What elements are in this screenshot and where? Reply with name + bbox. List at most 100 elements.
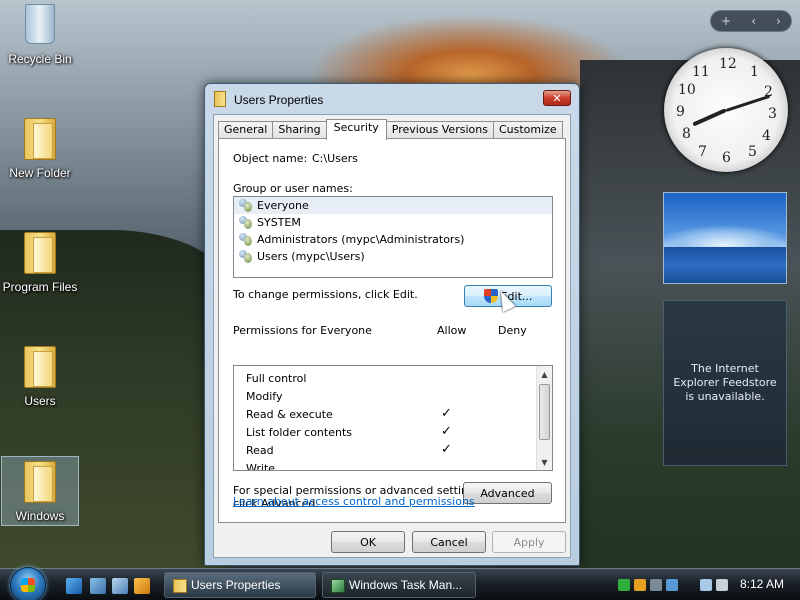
ok-button[interactable]: OK	[331, 531, 405, 553]
sidebar-gadget-controls: + ‹ ›	[710, 10, 792, 32]
folder-icon	[24, 232, 56, 274]
tab-previous-versions[interactable]: Previous Versions	[385, 121, 494, 139]
allow-check: ✓	[441, 442, 452, 457]
list-item-label: Everyone	[257, 199, 309, 212]
add-gadget-button[interactable]: +	[721, 14, 731, 28]
permissions-for-label: Permissions for Everyone	[233, 324, 372, 337]
folder-icon	[24, 461, 56, 503]
title-bar[interactable]: Users Properties ✕	[205, 84, 579, 114]
scroll-thumb[interactable]	[539, 384, 550, 440]
advanced-button[interactable]: Advanced	[463, 482, 552, 504]
desktop-icon-users[interactable]: Users	[1, 346, 79, 408]
show-desktop-icon[interactable]	[90, 578, 106, 594]
security-tab-page: Object name: C:\Users Group or user name…	[218, 138, 566, 523]
users-icon	[238, 198, 254, 213]
dialog-client-area: General Sharing Security Previous Versio…	[213, 114, 571, 558]
learn-access-control-link[interactable]: Learn about access control and permissio…	[233, 495, 475, 508]
desktop-icon-label: Program Files	[2, 280, 78, 294]
close-button[interactable]: ✕	[543, 90, 571, 106]
desktop-icon-label: New Folder	[9, 166, 71, 180]
close-icon: ✕	[552, 91, 562, 105]
users-icon	[238, 232, 254, 247]
folder-icon	[214, 91, 226, 107]
volume-muted-icon[interactable]	[716, 579, 728, 591]
network-icon[interactable]	[700, 579, 712, 591]
desktop-icon-label: Users	[24, 394, 56, 408]
tray-icon[interactable]	[650, 579, 662, 591]
start-button[interactable]	[10, 567, 46, 600]
desktop-icon-new-folder[interactable]: New Folder	[1, 118, 79, 180]
scroll-up-icon[interactable]: ▲	[537, 366, 552, 382]
task-manager-icon	[331, 579, 345, 593]
cpu-meter-icon[interactable]	[618, 579, 630, 591]
desktop-icon-program-files[interactable]: Program Files	[1, 232, 79, 294]
table-row: Modify	[234, 387, 552, 405]
allow-check: ✓	[441, 406, 452, 421]
table-row: List folder contents ✓	[234, 423, 552, 441]
folder-icon	[24, 118, 56, 160]
taskbar-button-task-manager[interactable]: Windows Task Man...	[322, 572, 476, 598]
permission-name: Write	[246, 462, 276, 471]
slideshow-gadget[interactable]	[663, 192, 787, 284]
tab-security[interactable]: Security	[325, 119, 387, 140]
object-name-value: C:\Users	[312, 152, 358, 165]
permission-name: List folder contents	[246, 426, 352, 439]
internet-explorer-icon[interactable]	[66, 578, 82, 594]
list-item[interactable]: Everyone	[234, 197, 552, 214]
tray-icon[interactable]	[666, 579, 678, 591]
permissions-scrollbar[interactable]: ▲ ▼	[536, 366, 552, 470]
change-permissions-text: To change permissions, click Edit.	[233, 288, 418, 301]
clock-minute-hand	[725, 94, 771, 112]
next-gadget-button[interactable]: ›	[776, 14, 781, 28]
list-item-label: SYSTEM	[257, 216, 301, 229]
tab-general[interactable]: General	[218, 121, 274, 139]
taskbar: Users Properties Windows Task Man... 8:1…	[0, 567, 800, 600]
media-player-icon[interactable]	[134, 578, 150, 594]
desktop-icon-label: Windows	[15, 509, 65, 523]
feed-error-message: The Internet Explorer Feedstore is unava…	[673, 362, 777, 403]
object-name-label: Object name:	[233, 152, 308, 165]
desktop-icon-label: Recycle Bin	[8, 52, 72, 66]
table-row: Full control	[234, 369, 552, 387]
list-item[interactable]: SYSTEM	[234, 214, 552, 231]
tab-sharing[interactable]: Sharing	[272, 121, 327, 139]
folder-icon	[24, 346, 56, 388]
list-item[interactable]: Users (mypc\Users)	[234, 248, 552, 265]
users-properties-window: Users Properties ✕ General Sharing Secur…	[204, 83, 580, 566]
folder-icon	[173, 579, 187, 593]
group-names-label: Group or user names:	[233, 182, 353, 195]
allow-column-header: Allow	[437, 324, 467, 337]
permission-name: Read & execute	[246, 408, 333, 421]
taskbar-button-label: Users Properties	[191, 578, 281, 592]
cancel-button[interactable]: Cancel	[412, 531, 486, 553]
table-row: Write	[234, 459, 552, 471]
list-item-label: Users (mypc\Users)	[257, 250, 365, 263]
table-row: Read & execute ✓	[234, 405, 552, 423]
desktop-icon-recycle-bin[interactable]: Recycle Bin	[1, 4, 79, 66]
permissions-list: Full control Modify Read & execute ✓ Lis…	[233, 365, 553, 471]
list-item-label: Administrators (mypc\Administrators)	[257, 233, 465, 246]
recycle-bin-icon	[25, 4, 55, 44]
tab-strip: General Sharing Security Previous Versio…	[218, 119, 563, 140]
allow-check: ✓	[441, 424, 452, 439]
clock-gadget[interactable]: 12 1 2 3 4 5 6 7 8 9 10 11	[664, 48, 788, 172]
deny-column-header: Deny	[498, 324, 527, 337]
feed-headlines-gadget[interactable]: The Internet Explorer Feedstore is unava…	[663, 300, 787, 466]
tab-customize[interactable]: Customize	[492, 121, 563, 139]
taskbar-button-users-properties[interactable]: Users Properties	[164, 572, 316, 598]
permission-name: Read	[246, 444, 274, 457]
list-item[interactable]: Administrators (mypc\Administrators)	[234, 231, 552, 248]
switch-windows-icon[interactable]	[112, 578, 128, 594]
clock-hour-hand	[692, 108, 727, 127]
taskbar-button-label: Windows Task Man...	[349, 578, 463, 592]
desktop-icon-windows[interactable]: Windows	[1, 456, 79, 526]
apply-button[interactable]: Apply	[492, 531, 566, 553]
taskbar-clock[interactable]: 8:12 AM	[740, 577, 784, 591]
table-row: Read ✓	[234, 441, 552, 459]
security-shield-icon[interactable]	[634, 579, 646, 591]
group-user-list[interactable]: Everyone SYSTEM Administrators (mypc\Adm…	[233, 196, 553, 278]
permission-name: Modify	[246, 390, 283, 403]
users-icon	[238, 249, 254, 264]
scroll-down-icon[interactable]: ▼	[537, 454, 552, 470]
previous-gadget-button[interactable]: ‹	[751, 14, 756, 28]
